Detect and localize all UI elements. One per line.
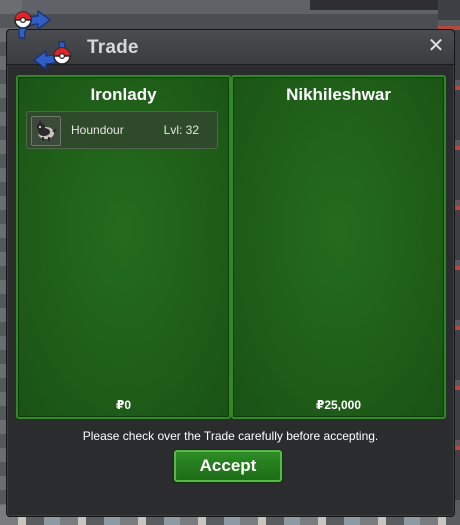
- right-money: ₽25,000: [315, 398, 362, 412]
- left-player-name: Ironlady: [90, 85, 157, 104]
- trade-window: Trade ✕ Ironlady Houndour Lvl: 32 ₽0 Nik…: [6, 29, 455, 517]
- close-icon[interactable]: ✕: [426, 36, 446, 56]
- left-money: ₽0: [115, 398, 132, 412]
- houndour-icon: [31, 116, 61, 146]
- pokemon-name: Houndour: [71, 123, 124, 137]
- pokeball-swap-icon: [14, 9, 71, 71]
- accept-button[interactable]: Accept: [174, 450, 282, 482]
- window-title: Trade: [87, 37, 139, 58]
- pokemon-level: Lvl: 32: [163, 123, 199, 137]
- my-offer-panel[interactable]: Ironlady Houndour Lvl: 32 ₽0: [16, 75, 231, 419]
- trade-warning-text: Please check over the Trade carefully be…: [82, 429, 379, 443]
- offered-pokemon-row[interactable]: Houndour Lvl: 32: [26, 111, 218, 149]
- their-offer-panel[interactable]: Nikhileshwar ₽25,000: [231, 75, 446, 419]
- right-player-name: Nikhileshwar: [286, 85, 391, 104]
